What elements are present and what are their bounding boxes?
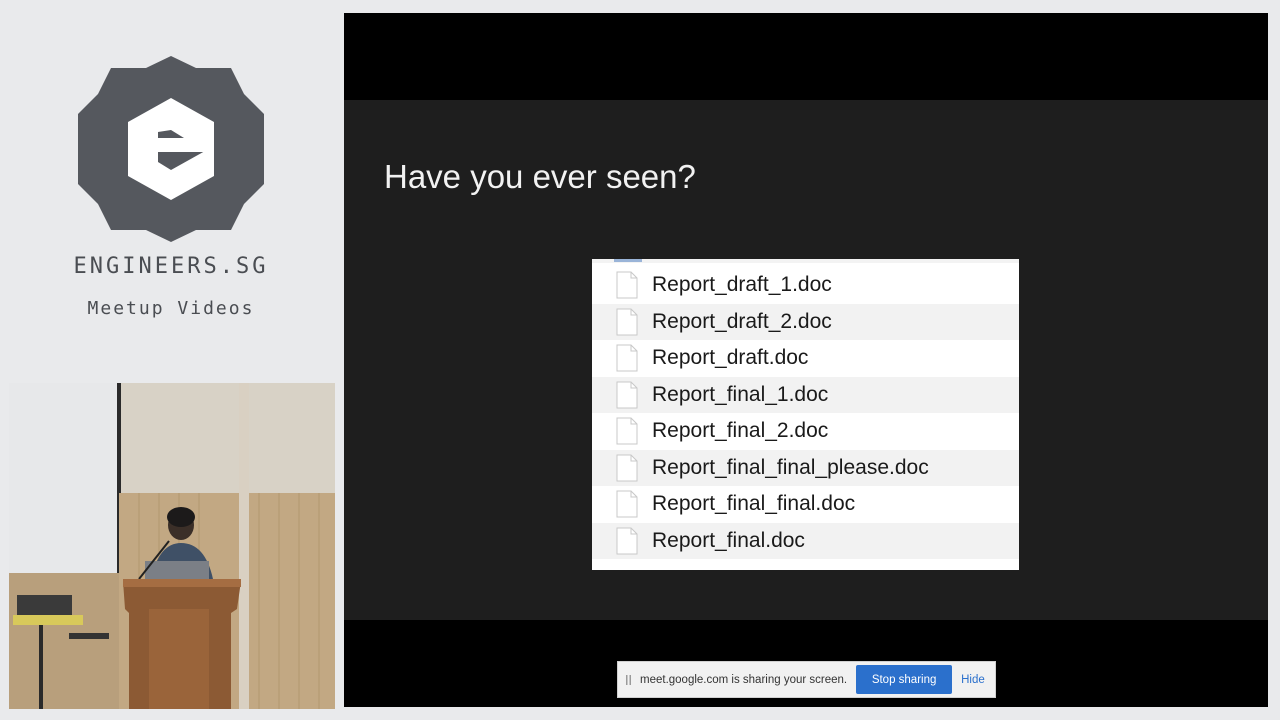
engineers-sg-logo [78, 56, 264, 242]
list-item: Report_final_final_please.doc [592, 449, 1019, 486]
file-name: Report_final_2.doc [652, 419, 829, 443]
list-item: Report_draft_1.doc [592, 267, 1019, 304]
list-item: Report_final.doc [592, 522, 1019, 559]
brand-name: ENGINEERS.SG [73, 254, 269, 279]
screen-sharing-bar: meet.google.com is sharing your screen. … [617, 661, 996, 698]
projection-screen [9, 383, 119, 573]
sharing-message: meet.google.com is sharing your screen. [640, 673, 848, 686]
file-name: Report_draft_1.doc [652, 273, 832, 297]
document-icon [616, 381, 638, 409]
document-icon [616, 527, 638, 555]
file-name: Report_final_final_please.doc [652, 455, 929, 479]
document-icon [616, 344, 638, 372]
camera-equipment [17, 595, 72, 617]
list-item: Report_final_final.doc [592, 486, 1019, 523]
file-name: Report_final_final.doc [652, 492, 856, 516]
file-list-screenshot: Report_draft_1.doc Report_draft_2.doc Re… [592, 259, 1019, 570]
list-item: Report_draft.doc [592, 340, 1019, 377]
file-name: Report_final.doc [652, 528, 805, 552]
stop-sharing-button[interactable]: Stop sharing [856, 665, 953, 694]
file-name: Report_draft_2.doc [652, 309, 832, 333]
document-icon [616, 454, 638, 482]
presentation-slide: Have you ever seen? Report_draft_1.doc R… [344, 100, 1268, 620]
file-name: Report_final_1.doc [652, 382, 829, 406]
list-item: Report_draft_2.doc [592, 303, 1019, 340]
laptop [145, 561, 209, 581]
drag-handle-icon[interactable] [626, 674, 631, 685]
shared-screen: Have you ever seen? Report_draft_1.doc R… [344, 13, 1268, 707]
slide-title: Have you ever seen? [384, 158, 696, 195]
document-icon [616, 271, 638, 299]
list-item: Report_final_2.doc [592, 413, 1019, 450]
file-name: Report_draft.doc [652, 346, 809, 370]
brand-subtitle: Meetup Videos [87, 298, 255, 319]
list-top-edge [592, 259, 1019, 263]
document-icon [616, 308, 638, 336]
list-item: Report_final_1.doc [592, 376, 1019, 413]
speaker-video-feed [9, 383, 335, 709]
hide-button[interactable]: Hide [961, 674, 985, 686]
document-icon [616, 417, 638, 445]
document-icon [616, 490, 638, 518]
